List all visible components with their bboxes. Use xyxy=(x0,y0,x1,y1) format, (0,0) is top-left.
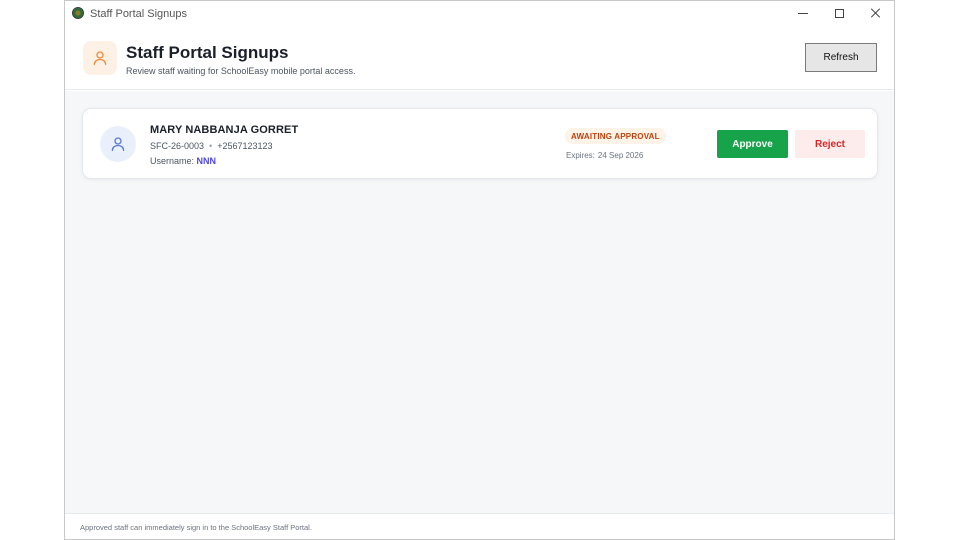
maximize-button[interactable] xyxy=(827,4,851,22)
signup-card: MARY NABBANJA GORRET SFC-26-0003 • +256712… xyxy=(82,108,878,179)
staff-id: SFC-26-0003 xyxy=(150,141,205,151)
maximize-icon xyxy=(834,8,844,18)
window-title: Staff Portal Signups xyxy=(90,8,188,20)
page-title: Staff Portal Signups xyxy=(126,43,289,62)
minimize-button[interactable] xyxy=(791,4,815,22)
staff-name: MARY NABBANJA GORRET xyxy=(150,124,299,136)
username-value: NNN xyxy=(196,156,217,166)
refresh-button[interactable]: Refresh xyxy=(805,43,877,72)
signup-list: MARY NABBANJA GORRET SFC-26-0003 • +256712… xyxy=(65,91,894,513)
page-subtitle: Review staff waiting for SchoolEasy mobi… xyxy=(126,66,356,76)
app-window: Staff Portal Signups Staff Portal Signup… xyxy=(64,0,895,540)
title-bar[interactable]: Staff Portal Signups xyxy=(65,1,894,27)
footer: Approved staff can immediately sign in t… xyxy=(65,513,894,539)
app-logo-icon xyxy=(72,7,84,19)
footer-note: Approved staff can immediately sign in t… xyxy=(80,523,312,532)
expiry-info: Expires: 24 Sep 2026 xyxy=(566,151,643,160)
expires-date: 24 Sep 2026 xyxy=(597,151,644,160)
staff-username: Username: NNN xyxy=(150,156,216,166)
username-label: Username: xyxy=(150,156,195,166)
status-badge: AWAITING APPROVAL xyxy=(565,128,666,144)
page-header: Staff Portal Signups Review staff waitin… xyxy=(65,27,894,90)
avatar xyxy=(100,126,136,162)
meta-separator: • xyxy=(209,141,213,151)
reject-button[interactable]: Reject xyxy=(795,130,865,158)
close-button[interactable] xyxy=(864,4,888,22)
approve-button[interactable]: Approve xyxy=(717,130,788,158)
staff-phone: +2567123123 xyxy=(217,141,273,151)
user-icon xyxy=(111,137,125,152)
expires-label: Expires: xyxy=(566,151,595,160)
close-icon xyxy=(871,8,881,18)
user-icon xyxy=(83,41,117,75)
minimize-icon xyxy=(798,12,808,14)
staff-meta: SFC-26-0003 • +2567123123 xyxy=(150,141,273,151)
